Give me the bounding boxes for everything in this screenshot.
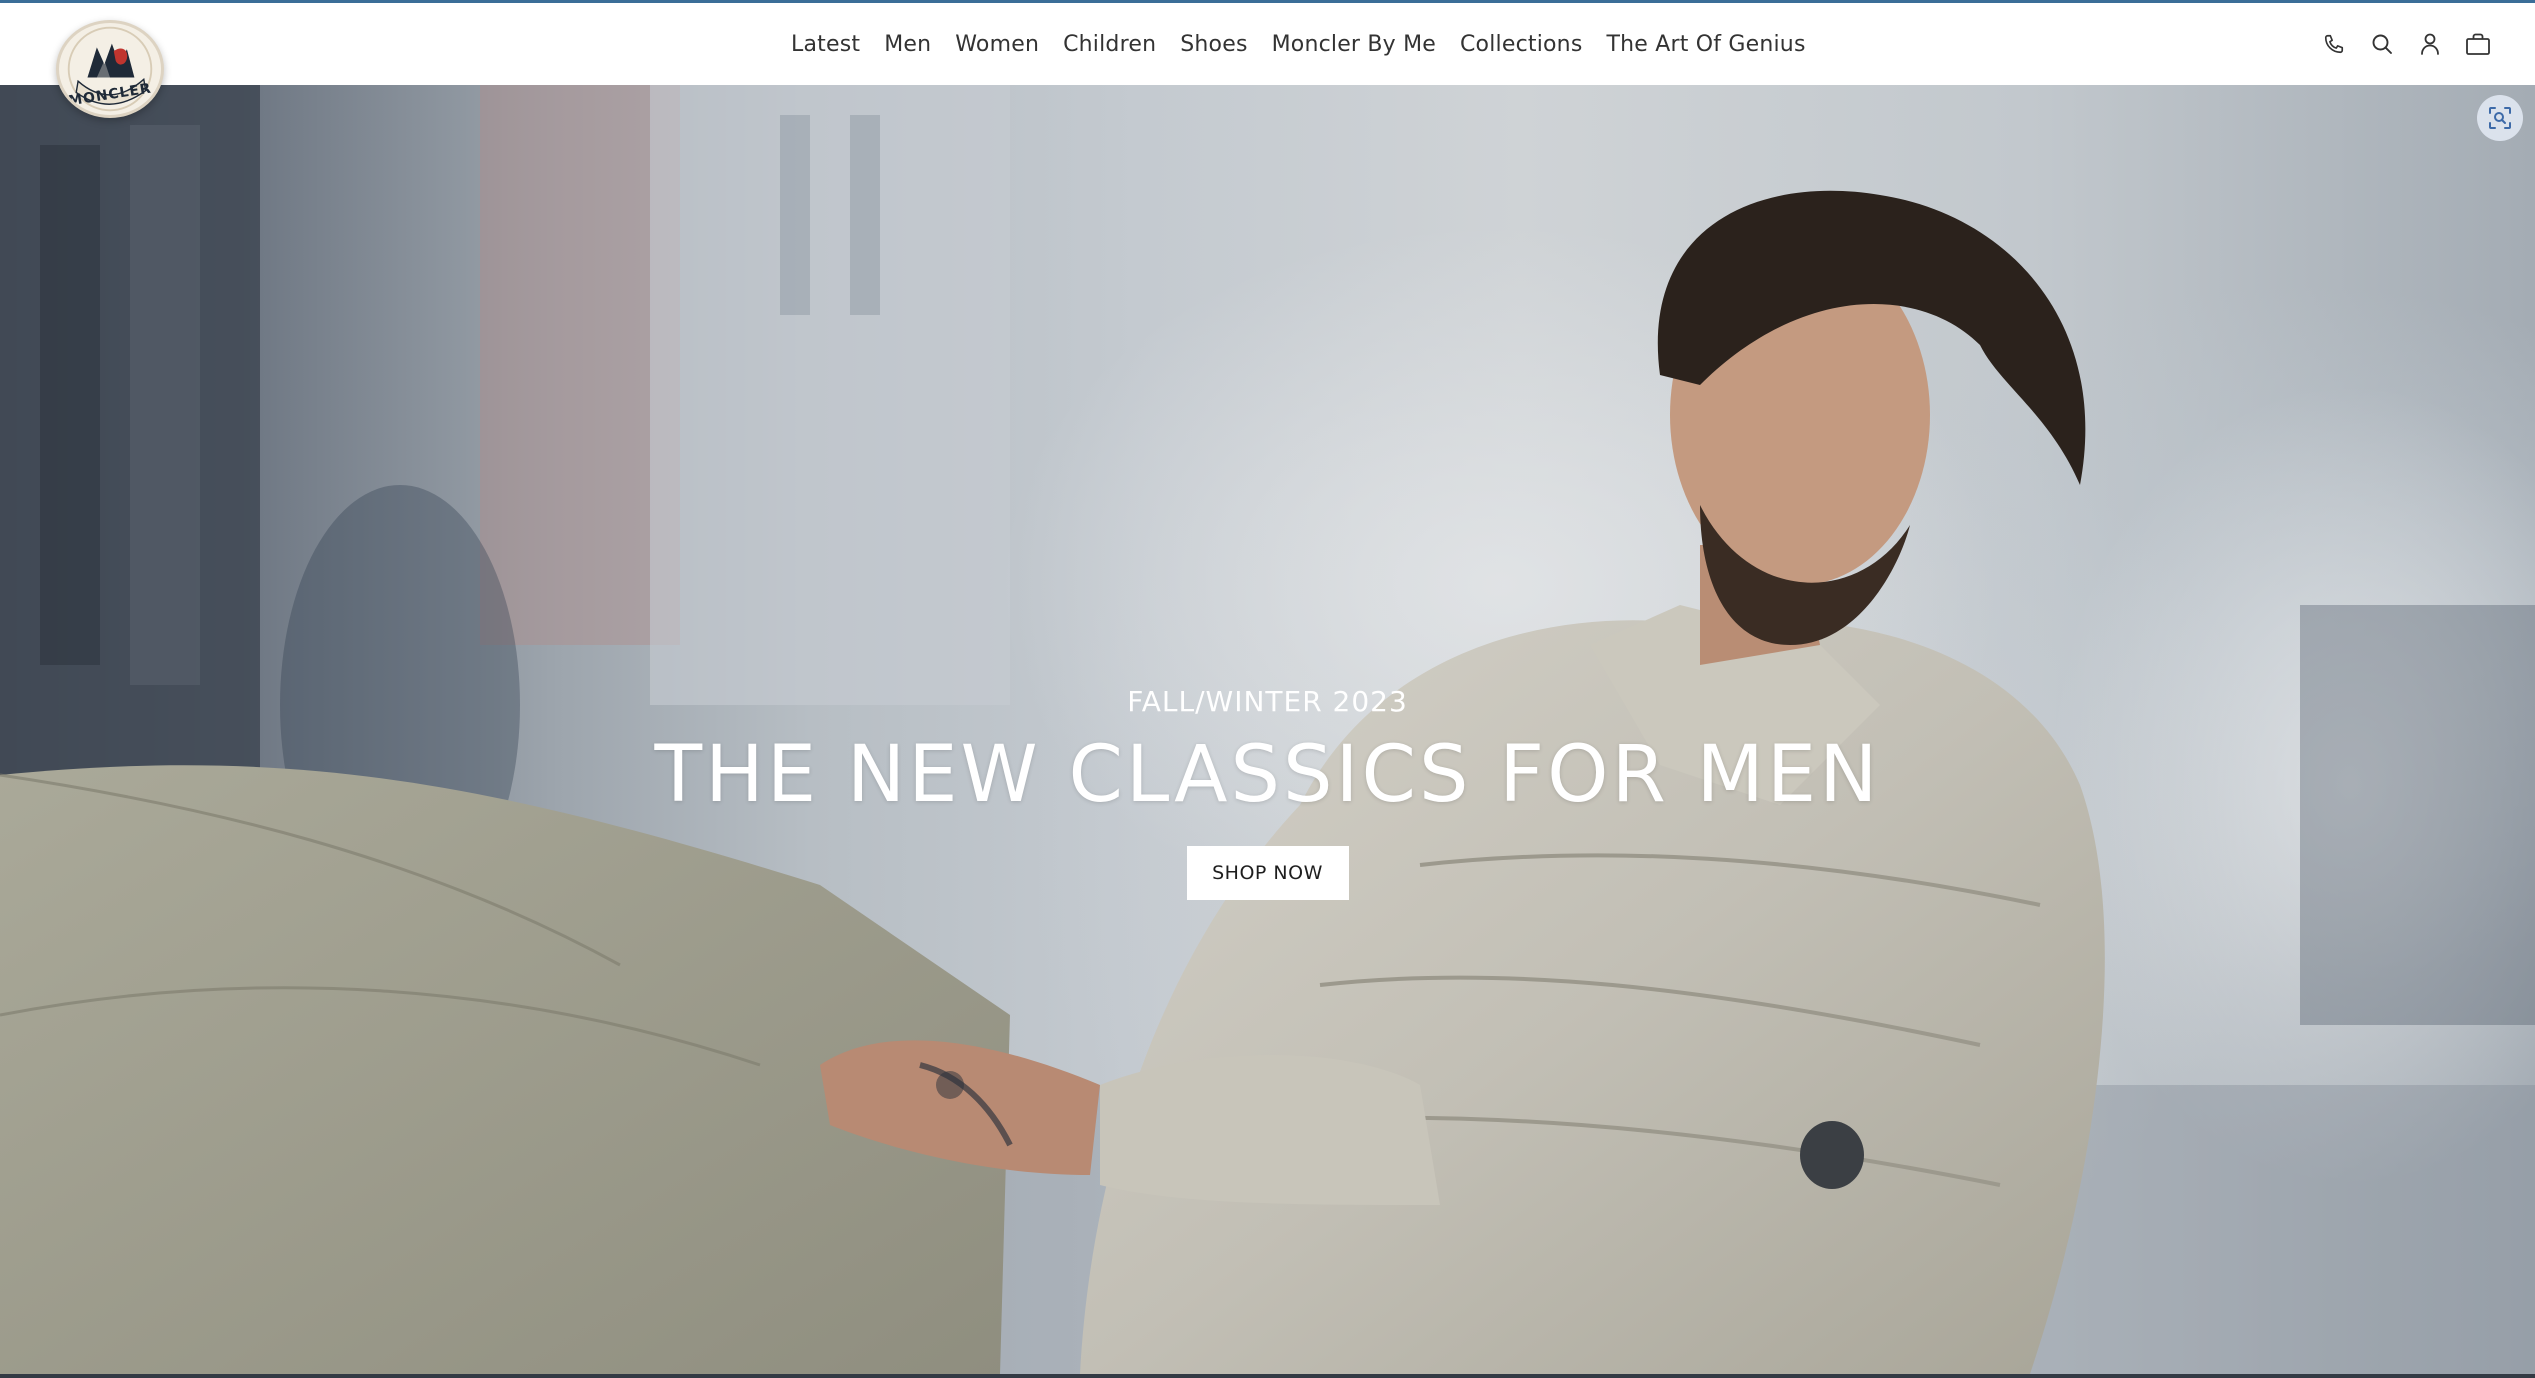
- bottom-divider: [0, 1374, 2535, 1378]
- shop-now-button[interactable]: SHOP NOW: [1186, 846, 1349, 900]
- site-header: Latest Men Women Children Shoes Moncler …: [0, 3, 2535, 85]
- hero-text-block: FALL/WINTER 2023 THE NEW CLASSICS FOR ME…: [0, 685, 2535, 900]
- hero-banner[interactable]: FALL/WINTER 2023 THE NEW CLASSICS FOR ME…: [0, 85, 2535, 1374]
- phone-icon[interactable]: [2321, 31, 2347, 57]
- nav-item-art-of-genius[interactable]: The Art Of Genius: [1606, 28, 1805, 61]
- hero-title: THE NEW CLASSICS FOR MEN: [654, 730, 1881, 820]
- hero-kicker: FALL/WINTER 2023: [1127, 685, 1408, 718]
- shopping-bag-icon[interactable]: [2465, 31, 2491, 57]
- nav-item-women[interactable]: Women: [955, 28, 1039, 61]
- nav-item-men[interactable]: Men: [884, 28, 931, 61]
- search-icon[interactable]: [2369, 31, 2395, 57]
- visual-search-button[interactable]: [2477, 95, 2523, 141]
- nav-list: Latest Men Women Children Shoes Moncler …: [791, 3, 1806, 85]
- nav-item-children[interactable]: Children: [1063, 28, 1156, 61]
- account-icon[interactable]: [2417, 31, 2443, 57]
- nav-item-latest[interactable]: Latest: [791, 28, 860, 61]
- main-nav: Latest Men Women Children Shoes Moncler …: [0, 3, 2535, 85]
- visual-search-icon: [2489, 107, 2511, 129]
- header-icons: [2321, 3, 2491, 85]
- brand-logo[interactable]: MONCLER: [56, 20, 164, 118]
- nav-item-shoes[interactable]: Shoes: [1180, 28, 1247, 61]
- nav-item-moncler-by-me[interactable]: Moncler By Me: [1272, 28, 1436, 61]
- nav-item-collections[interactable]: Collections: [1460, 28, 1582, 61]
